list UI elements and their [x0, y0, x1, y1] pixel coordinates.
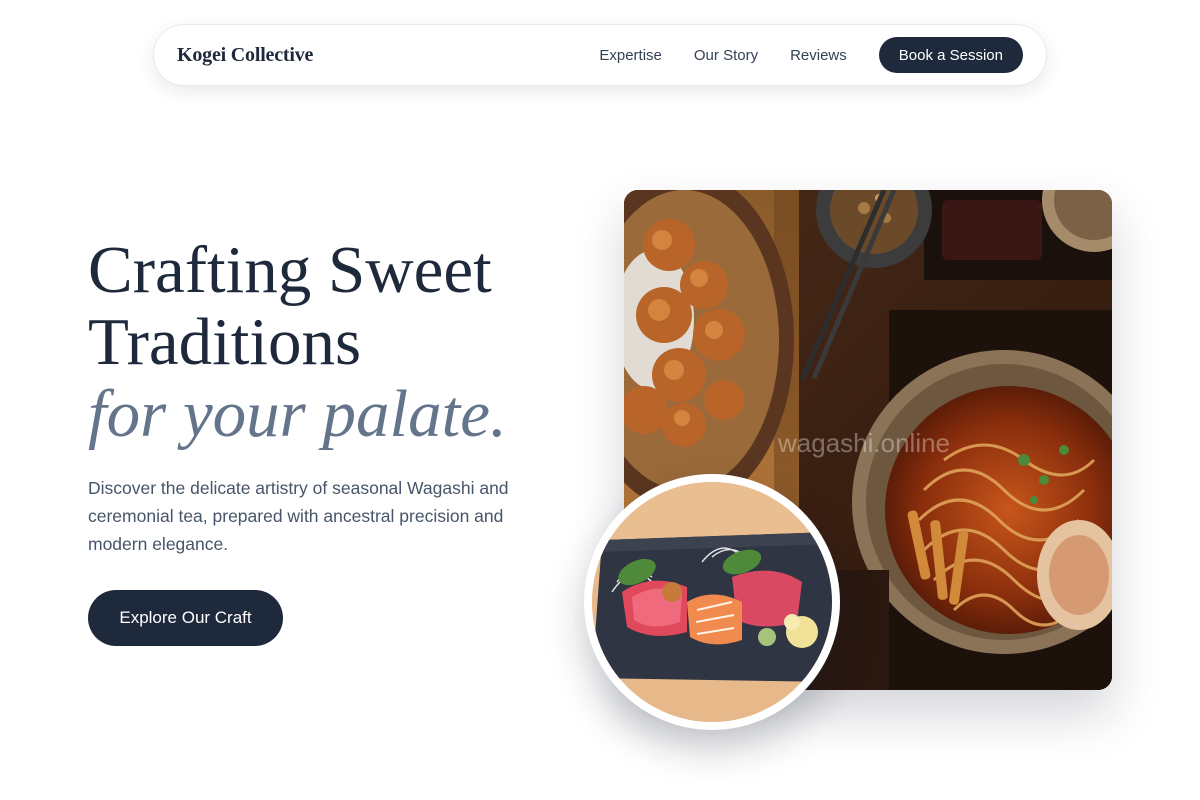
hero-title: Crafting Sweet Traditions for your palat…	[88, 234, 608, 450]
hero-title-line-2: Traditions	[88, 305, 362, 379]
top-navbar: Kogei Collective Expertise Our Story Rev…	[153, 24, 1047, 86]
book-session-button[interactable]: Book a Session	[878, 37, 1023, 73]
nav-link-expertise[interactable]: Expertise	[599, 47, 662, 64]
hero-title-line-1: Crafting Sweet	[88, 233, 492, 307]
hero-title-accent: for your palate.	[88, 377, 507, 451]
nav-menu: Expertise Our Story Reviews Book a Sessi…	[599, 37, 1023, 73]
brand-logo[interactable]: Kogei Collective	[177, 44, 313, 67]
nav-link-reviews[interactable]: Reviews	[790, 47, 847, 64]
explore-craft-button[interactable]: Explore Our Craft	[88, 590, 283, 646]
hero-circle-image	[584, 474, 840, 730]
hero-description: Discover the delicate artistry of season…	[88, 478, 509, 554]
nav-link-our-story[interactable]: Our Story	[694, 47, 758, 64]
